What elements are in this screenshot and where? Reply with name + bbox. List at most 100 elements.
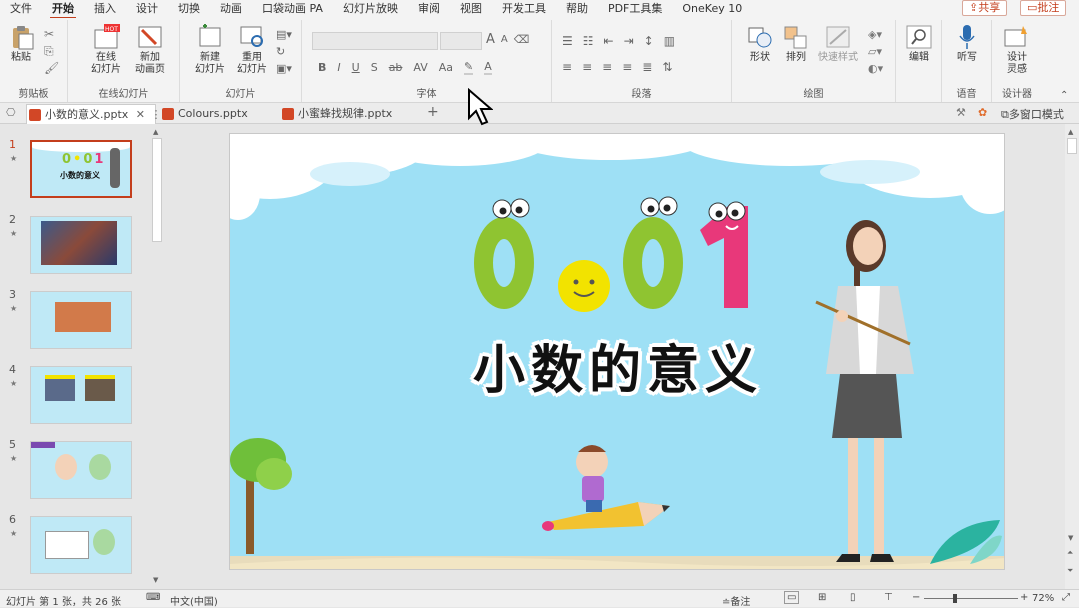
new-animation-page-button[interactable]: 新加 动画页 [130,24,170,76]
design-ideas-button[interactable]: 设计 灵感 [997,24,1037,76]
tab-animations[interactable]: 动画 [210,0,252,18]
grow-font-icon[interactable]: A [486,32,495,47]
zoom-level[interactable]: 72% [1032,593,1054,604]
close-tab-icon[interactable]: ✕ [136,108,145,121]
slide-thumbnail-5[interactable] [30,441,132,499]
window-mode-button[interactable]: ⧉多窗口模式 [1001,106,1064,122]
tab-transitions[interactable]: 切换 [168,0,210,18]
tab-developer[interactable]: 开发工具 [492,0,556,18]
comment-button[interactable]: ▭批注 [1020,0,1067,16]
tab-onekey[interactable]: OneKey 10 [672,0,752,18]
canvas-scrollbar[interactable]: ▲ ▼ ⏶ ⏷ [1065,124,1079,589]
online-slide-button[interactable]: HOT 在线 幻灯片 [86,24,126,76]
numbering-icon[interactable]: ☷ [583,34,594,48]
clear-format-icon[interactable]: ⌫ [514,33,530,46]
tab-review[interactable]: 审阅 [408,0,450,18]
slide-sorter-icon[interactable]: ⊞ [818,592,826,603]
tab-design[interactable]: 设计 [126,0,168,18]
pin-icon[interactable]: ⚒ [956,106,966,119]
shape-effects-icon[interactable]: ◐▾ [868,60,883,77]
columns-icon[interactable]: ▥ [664,34,675,48]
layout-icon[interactable]: ▤▾ [276,26,292,43]
zoom-slider[interactable] [924,598,1018,599]
normal-view-icon[interactable]: ▭ [784,591,800,604]
justify-icon[interactable]: ≡ [622,60,632,74]
underline-button[interactable]: U [352,61,360,74]
slide-thumbnail-3[interactable] [30,291,132,349]
zoom-in-icon[interactable]: + [1020,592,1028,603]
prev-slide-icon[interactable]: ⏶ [1067,548,1073,558]
slide-thumbnail-2[interactable] [30,216,132,274]
font-color-button[interactable]: A [484,60,492,75]
format-painter-icon[interactable]: 🖌 [44,60,59,77]
bold-button[interactable]: B [318,61,326,74]
char-spacing-button[interactable]: AV [413,61,427,74]
settings-icon[interactable]: ✿ [978,106,987,119]
line-spacing-icon[interactable]: ↕ [644,34,654,48]
file-tab[interactable]: 小蜜蜂找规律.pptx [280,104,420,124]
bullets-icon[interactable]: ☰ [562,34,573,48]
thumb-number: 5 [9,438,16,451]
fit-slide-icon[interactable]: ⤢ [1062,592,1070,603]
slide-thumbnail-4[interactable] [30,366,132,424]
highlight-icon[interactable]: ✎ [464,60,474,75]
file-tab[interactable]: Colours.pptx [160,104,278,124]
slide-thumbnail-6[interactable] [30,516,132,574]
edit-button[interactable]: 编辑 [899,24,939,64]
increase-indent-icon[interactable]: ⇥ [624,34,634,48]
distribute-icon[interactable]: ≣ [642,60,652,74]
italic-button[interactable]: I [337,61,340,74]
font-size-select[interactable] [440,32,482,50]
shape-fill-icon[interactable]: ◈▾ [868,26,883,43]
zoom-slider-thumb[interactable] [953,594,957,603]
change-case-button[interactable]: Aa [439,61,453,74]
tab-help[interactable]: 帮助 [556,0,598,18]
file-tab-active[interactable]: 小数的意义.pptx ✕ ⋮ [26,104,162,124]
design-ideas-icon [1003,24,1031,50]
scrollbar-thumb[interactable] [1067,138,1077,154]
reading-view-icon[interactable]: ▯ [850,592,856,603]
text-shadow-button[interactable]: S [371,61,378,74]
tab-list-icon[interactable]: ⎔ [6,106,16,119]
thumbnail-scrollbar[interactable]: ▲ ▼ [151,124,163,589]
scrollbar-thumb[interactable] [152,138,162,242]
zoom-out-icon[interactable]: − [912,592,920,603]
new-slide-button[interactable]: 新建 幻灯片 [190,24,230,76]
strikethrough-button[interactable]: ab [389,61,403,74]
tab-pdf-tools[interactable]: PDF工具集 [598,0,672,18]
decrease-indent-icon[interactable]: ⇤ [604,34,614,48]
slideshow-view-icon[interactable]: ⊤ [884,592,893,603]
quick-styles-button[interactable]: 快速样式 [814,24,862,64]
language-status[interactable]: 中文(中国) [170,593,218,608]
shrink-font-icon[interactable]: A [501,34,508,45]
next-slide-icon[interactable]: ⏷ [1067,566,1073,576]
text-direction-icon[interactable]: ⇅ [662,60,672,74]
notes-button[interactable]: ≐备注 [722,593,750,608]
tab-view[interactable]: 视图 [450,0,492,18]
tab-file[interactable]: 文件 [0,0,42,18]
align-right-icon[interactable]: ≡ [602,60,612,74]
reset-icon[interactable]: ↻ [276,43,292,60]
collapse-ribbon-icon[interactable]: ⌃ [1060,90,1068,101]
slide-thumbnail-1[interactable]: 0•01 小数的意义 [30,140,132,198]
reuse-slides-button[interactable]: 重用 幻灯片 [232,24,272,76]
arrange-button[interactable]: 排列 [776,24,816,64]
share-button[interactable]: ⇪共享 [962,0,1008,16]
tab-slideshow[interactable]: 幻灯片放映 [333,0,408,18]
tab-pocket-animation[interactable]: 口袋动画 PA [252,0,333,18]
tab-insert[interactable]: 插入 [84,0,126,18]
cut-icon[interactable]: ✂ [44,26,59,43]
paste-button[interactable]: 粘贴 [4,24,38,64]
shape-outline-icon[interactable]: ▱▾ [868,43,883,60]
section-icon[interactable]: ▣▾ [276,60,292,77]
new-tab-button[interactable]: + [427,104,439,120]
align-left-icon[interactable]: ≡ [562,60,572,74]
copy-icon[interactable]: ⎘ [44,43,59,60]
current-slide[interactable]: 小数的意义 [229,133,1005,570]
align-center-icon[interactable]: ≡ [582,60,592,74]
dictate-button[interactable]: 听写 [947,24,987,64]
tab-home[interactable]: 开始 [42,0,84,19]
shapes-button[interactable]: 形状 [740,24,780,64]
font-family-select[interactable] [312,32,438,50]
accessibility-icon[interactable]: ⌨ [146,592,160,603]
